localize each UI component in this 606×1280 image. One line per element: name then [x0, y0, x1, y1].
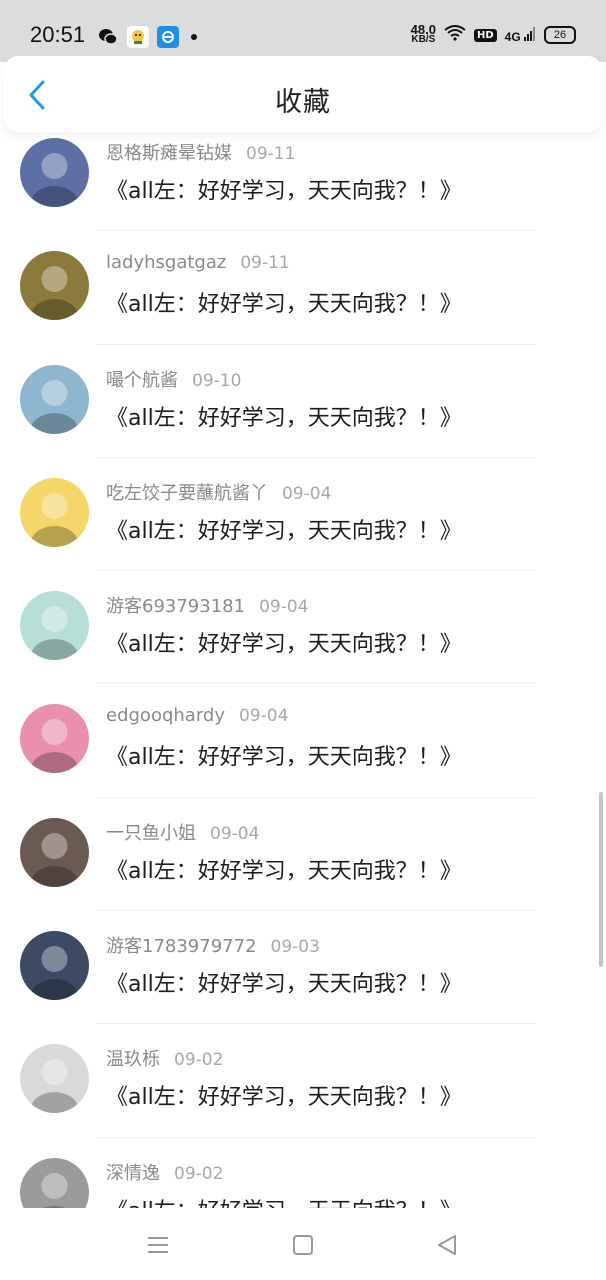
item-date: 09-02 — [174, 1163, 224, 1184]
list-item[interactable]: 一只鱼小姐 09-04 《all左：好好学习，天天向我？！》 — [0, 798, 606, 912]
list-item[interactable]: 吃左饺子要蘸航酱丫 09-04 《all左：好好学习，天天向我？！》 — [0, 458, 606, 572]
item-date: 09-04 — [259, 597, 309, 618]
page-title: 收藏 — [275, 87, 331, 118]
item-meta: 吃左饺子要蘸航酱丫 09-04 — [106, 479, 331, 505]
item-meta: 嘬个航酱 09-10 — [106, 366, 241, 392]
avatar[interactable] — [20, 364, 89, 434]
wechat-icon — [97, 26, 119, 48]
list-item[interactable]: 游客693793181 09-04 《all左：好好学习，天天向我？！》 — [0, 571, 606, 685]
menu-button[interactable] — [143, 1230, 173, 1260]
favorite-title-link[interactable]: 《all左：好好学习，天天向我？！》 — [106, 1193, 462, 1208]
status-bar: 20:51 48.0 KB/S HD 4G 26 — [0, 0, 606, 62]
item-date: 09-04 — [210, 823, 260, 844]
username[interactable]: 一只鱼小姐 — [106, 823, 196, 844]
username[interactable]: 吃左饺子要蘸航酱丫 — [106, 483, 268, 504]
signal-bars-icon — [524, 26, 535, 41]
item-date: 09-11 — [246, 144, 296, 164]
favorite-title-link[interactable]: 《all左：好好学习，天天向我？！》 — [106, 739, 462, 771]
home-button[interactable] — [288, 1230, 318, 1260]
wifi-icon — [444, 25, 466, 45]
notification-icons — [97, 26, 197, 48]
favorite-title-link[interactable]: 《all左：好好学习，天天向我？！》 — [106, 286, 462, 318]
battery-indicator: 26 — [544, 26, 576, 44]
list-item[interactable]: 恩格斯瘫晕钻媒 09-11 《all左：好好学习，天天向我？！》 — [0, 132, 606, 232]
favorite-title-link[interactable]: 《all左：好好学习，天天向我？！》 — [106, 966, 462, 998]
avatar[interactable] — [20, 1044, 89, 1114]
system-nav-bar — [0, 1208, 606, 1280]
avatar[interactable] — [20, 931, 89, 1001]
item-meta: ladyhsgatgaz 09-11 — [106, 252, 290, 273]
username[interactable]: 游客1783979772 — [106, 936, 257, 957]
username[interactable]: 恩格斯瘫晕钻媒 — [106, 143, 232, 164]
more-notifications-dot — [191, 34, 197, 40]
triangle-back-icon — [438, 1235, 456, 1255]
username[interactable]: edgooqhardy — [106, 705, 225, 726]
item-date: 09-04 — [282, 483, 332, 504]
list-item[interactable]: edgooqhardy 09-04 《all左：好好学习，天天向我？！》 — [0, 684, 606, 798]
item-date: 09-11 — [240, 253, 290, 274]
item-date: 09-02 — [174, 1050, 224, 1071]
status-indicators: 48.0 KB/S HD 4G 26 — [410, 22, 576, 45]
system-back-button[interactable] — [432, 1230, 462, 1260]
hd-badge: HD — [473, 28, 497, 42]
menu-icon — [148, 1237, 168, 1253]
username[interactable]: 深情逸 — [106, 1163, 160, 1184]
top-app-bar: 收藏 — [4, 56, 602, 132]
item-meta: 一只鱼小姐 09-04 — [106, 819, 259, 845]
status-time: 20:51 — [30, 22, 86, 47]
favorite-title-link[interactable]: 《all左：好好学习，天天向我？！》 — [106, 626, 462, 658]
favorite-title-link[interactable]: 《all左：好好学习，天天向我？！》 — [106, 513, 462, 545]
item-date: 09-04 — [238, 706, 289, 727]
favorite-title-link[interactable]: 《all左：好好学习，天天向我？！》 — [106, 1079, 462, 1111]
favorites-list[interactable]: 恩格斯瘫晕钻媒 09-11 《all左：好好学习，天天向我？！》 ladyhsgatg… — [0, 132, 606, 1208]
cellular-signal: 4G — [505, 26, 536, 44]
username[interactable]: ladyhsgatgaz — [106, 252, 226, 273]
avatar[interactable] — [20, 817, 89, 887]
item-meta: 游客1783979772 09-03 — [106, 932, 320, 958]
favorite-title-link[interactable]: 《all左：好好学习，天天向我？！》 — [106, 400, 462, 432]
network-speed: 48.0 KB/S — [410, 22, 436, 45]
item-meta: 游客693793181 09-04 — [106, 592, 308, 618]
list-item[interactable]: 嘬个航酱 09-10 《all左：好好学习，天天向我？！》 — [0, 345, 606, 458]
item-date: 09-10 — [192, 370, 242, 391]
item-meta: edgooqhardy 09-04 — [106, 705, 288, 726]
item-date: 09-03 — [270, 937, 320, 958]
username[interactable]: 游客693793181 — [106, 596, 245, 617]
list-item[interactable]: 深情逸 09-02 《all左：好好学习，天天向我？！》 — [0, 1138, 606, 1208]
item-meta: 恩格斯瘫晕钻媒 09-11 — [106, 139, 295, 165]
list-item[interactable]: 游客1783979772 09-03 《all左：好好学习，天天向我？！》 — [0, 911, 606, 1025]
avatar[interactable] — [20, 591, 89, 661]
cartoon-app-icon — [127, 26, 149, 48]
avatar[interactable] — [20, 704, 89, 774]
avatar[interactable] — [20, 477, 89, 547]
avatar[interactable] — [20, 1157, 89, 1208]
favorite-title-link[interactable]: 《all左：好好学习，天天向我？！》 — [106, 173, 462, 205]
square-home-icon — [293, 1235, 313, 1255]
item-meta: 温玖栎 09-02 — [106, 1045, 223, 1071]
item-meta: 深情逸 09-02 — [106, 1159, 223, 1185]
favorite-title-link[interactable]: 《all左：好好学习，天天向我？！》 — [106, 853, 462, 885]
browser-icon — [157, 26, 179, 48]
avatar[interactable] — [20, 251, 89, 321]
username[interactable]: 温玖栎 — [106, 1049, 160, 1070]
list-item[interactable]: 温玖栎 09-02 《all左：好好学习，天天向我？！》 — [0, 1024, 606, 1138]
list-item[interactable]: ladyhsgatgaz 09-11 《all左：好好学习，天天向我？！》 — [0, 231, 606, 345]
username[interactable]: 嘬个航酱 — [106, 370, 178, 391]
favorites-list-inner: 恩格斯瘫晕钻媒 09-11 《all左：好好学习，天天向我？！》 ladyhsgatg… — [0, 132, 606, 1208]
scrollbar[interactable] — [599, 792, 603, 967]
avatar[interactable] — [20, 138, 89, 207]
